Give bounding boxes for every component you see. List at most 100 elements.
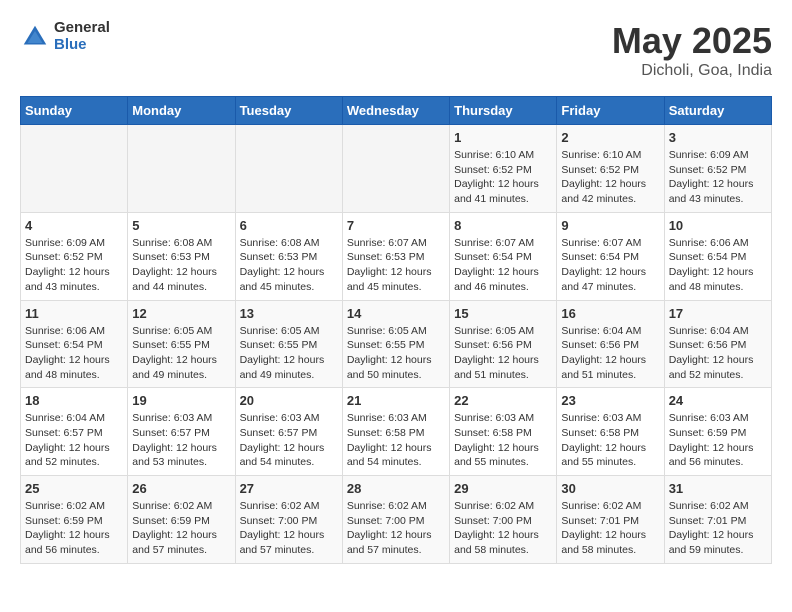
day-number: 30 (561, 481, 659, 496)
calendar-cell: 16Sunrise: 6:04 AM Sunset: 6:56 PM Dayli… (557, 300, 664, 388)
day-info: Sunrise: 6:03 AM Sunset: 6:59 PM Dayligh… (669, 411, 767, 470)
week-row-3: 11 Sunrise: 6:06 AM Sunset: 6:54 PM Dayli… (21, 300, 772, 388)
calendar-cell: 10Sunrise: 6:06 AM Sunset: 6:54 PM Dayli… (664, 212, 771, 300)
day-number: 25 (25, 481, 123, 496)
week-row-2: 4 Sunrise: 6:09 AM Sunset: 6:52 PM Daylig… (21, 212, 772, 300)
day-info: Sunrise: 6:02 AM Sunset: 7:01 PM Dayligh… (561, 499, 659, 558)
day-info: Sunrise: 6:05 AM Sunset: 6:55 PM Dayligh… (347, 324, 445, 383)
day-number: 29 (454, 481, 552, 496)
calendar-cell: 15Sunrise: 6:05 AM Sunset: 6:56 PM Dayli… (450, 300, 557, 388)
logo: General Blue (20, 20, 110, 53)
calendar-cell: 27 Sunrise: 6:02 AM Sunset: 7:00 PM Dayli… (235, 476, 342, 564)
calendar-cell: 25 Sunrise: 6:02 AM Sunset: 6:59 PM Dayli… (21, 476, 128, 564)
day-number: 16 (561, 306, 659, 321)
calendar-cell: 28 Sunrise: 6:02 AM Sunset: 7:00 PM Dayli… (342, 476, 449, 564)
day-number: 14 (347, 306, 445, 321)
day-info: Sunrise: 6:07 AM Sunset: 6:53 PM Dayligh… (347, 236, 445, 295)
calendar-cell (342, 125, 449, 213)
calendar-cell: 24Sunrise: 6:03 AM Sunset: 6:59 PM Dayli… (664, 388, 771, 476)
calendar-cell: 19Sunrise: 6:03 AM Sunset: 6:57 PM Dayli… (128, 388, 235, 476)
day-info: Sunrise: 6:02 AM Sunset: 6:59 PM Dayligh… (25, 499, 123, 558)
week-row-4: 18Sunrise: 6:04 AM Sunset: 6:57 PM Dayli… (21, 388, 772, 476)
calendar-cell (128, 125, 235, 213)
calendar-cell: 26 Sunrise: 6:02 AM Sunset: 6:59 PM Dayli… (128, 476, 235, 564)
day-info: Sunrise: 6:08 AM Sunset: 6:53 PM Dayligh… (132, 236, 230, 295)
day-info: Sunrise: 6:03 AM Sunset: 6:58 PM Dayligh… (454, 411, 552, 470)
day-number: 21 (347, 393, 445, 408)
day-number: 7 (347, 218, 445, 233)
day-info: Sunrise: 6:07 AM Sunset: 6:54 PM Dayligh… (561, 236, 659, 295)
day-info: Sunrise: 6:02 AM Sunset: 7:01 PM Dayligh… (669, 499, 767, 558)
day-number: 31 (669, 481, 767, 496)
day-info: Sunrise: 6:05 AM Sunset: 6:56 PM Dayligh… (454, 324, 552, 383)
day-info: Sunrise: 6:02 AM Sunset: 7:00 PM Dayligh… (240, 499, 338, 558)
day-number: 11 (25, 306, 123, 321)
day-number: 17 (669, 306, 767, 321)
calendar-cell: 12Sunrise: 6:05 AM Sunset: 6:55 PM Dayli… (128, 300, 235, 388)
weekday-header-saturday: Saturday (664, 97, 771, 125)
day-number: 20 (240, 393, 338, 408)
week-row-5: 25 Sunrise: 6:02 AM Sunset: 6:59 PM Dayli… (21, 476, 772, 564)
day-info: Sunrise: 6:10 AM Sunset: 6:52 PM Dayligh… (454, 148, 552, 207)
day-number: 22 (454, 393, 552, 408)
day-info: Sunrise: 6:03 AM Sunset: 6:58 PM Dayligh… (561, 411, 659, 470)
calendar-cell (235, 125, 342, 213)
calendar-cell: 20 Sunrise: 6:03 AM Sunset: 6:57 PM Dayli… (235, 388, 342, 476)
calendar-cell: 31 Sunrise: 6:02 AM Sunset: 7:01 PM Dayli… (664, 476, 771, 564)
day-info: Sunrise: 6:09 AM Sunset: 6:52 PM Dayligh… (25, 236, 123, 295)
calendar-cell: 2Sunrise: 6:10 AM Sunset: 6:52 PM Daylig… (557, 125, 664, 213)
weekday-header-friday: Friday (557, 97, 664, 125)
weekday-header-monday: Monday (128, 97, 235, 125)
day-number: 26 (132, 481, 230, 496)
calendar-cell: 14 Sunrise: 6:05 AM Sunset: 6:55 PM Dayli… (342, 300, 449, 388)
day-number: 5 (132, 218, 230, 233)
calendar-cell: 9 Sunrise: 6:07 AM Sunset: 6:54 PM Daylig… (557, 212, 664, 300)
calendar-cell: 5 Sunrise: 6:08 AM Sunset: 6:53 PM Daylig… (128, 212, 235, 300)
page-header: General Blue May 2025 Dicholi, Goa, Indi… (20, 20, 772, 80)
calendar-cell: 17Sunrise: 6:04 AM Sunset: 6:56 PM Dayli… (664, 300, 771, 388)
calendar-cell: 29 Sunrise: 6:02 AM Sunset: 7:00 PM Dayli… (450, 476, 557, 564)
day-info: Sunrise: 6:05 AM Sunset: 6:55 PM Dayligh… (240, 324, 338, 383)
logo-text: General Blue (54, 20, 110, 53)
day-number: 6 (240, 218, 338, 233)
day-info: Sunrise: 6:03 AM Sunset: 6:57 PM Dayligh… (240, 411, 338, 470)
day-info: Sunrise: 6:10 AM Sunset: 6:52 PM Dayligh… (561, 148, 659, 207)
day-info: Sunrise: 6:03 AM Sunset: 6:58 PM Dayligh… (347, 411, 445, 470)
calendar-cell: 3Sunrise: 6:09 AM Sunset: 6:52 PM Daylig… (664, 125, 771, 213)
day-info: Sunrise: 6:06 AM Sunset: 6:54 PM Dayligh… (669, 236, 767, 295)
weekday-header-row: SundayMondayTuesdayWednesdayThursdayFrid… (21, 97, 772, 125)
day-number: 3 (669, 130, 767, 145)
calendar-cell: 21 Sunrise: 6:03 AM Sunset: 6:58 PM Dayli… (342, 388, 449, 476)
calendar-cell: 7 Sunrise: 6:07 AM Sunset: 6:53 PM Daylig… (342, 212, 449, 300)
day-info: Sunrise: 6:08 AM Sunset: 6:53 PM Dayligh… (240, 236, 338, 295)
day-info: Sunrise: 6:02 AM Sunset: 7:00 PM Dayligh… (454, 499, 552, 558)
day-info: Sunrise: 6:04 AM Sunset: 6:57 PM Dayligh… (25, 411, 123, 470)
calendar-cell: 4 Sunrise: 6:09 AM Sunset: 6:52 PM Daylig… (21, 212, 128, 300)
calendar-cell: 1 Sunrise: 6:10 AM Sunset: 6:52 PM Daylig… (450, 125, 557, 213)
weekday-header-sunday: Sunday (21, 97, 128, 125)
weekday-header-tuesday: Tuesday (235, 97, 342, 125)
day-number: 27 (240, 481, 338, 496)
calendar-cell (21, 125, 128, 213)
logo-blue-label: Blue (54, 37, 110, 54)
day-number: 19 (132, 393, 230, 408)
day-number: 9 (561, 218, 659, 233)
title-block: May 2025 Dicholi, Goa, India (612, 20, 772, 80)
day-number: 28 (347, 481, 445, 496)
day-number: 1 (454, 130, 552, 145)
calendar-cell: 13Sunrise: 6:05 AM Sunset: 6:55 PM Dayli… (235, 300, 342, 388)
day-number: 12 (132, 306, 230, 321)
week-row-1: 1 Sunrise: 6:10 AM Sunset: 6:52 PM Daylig… (21, 125, 772, 213)
logo-icon (20, 22, 50, 52)
day-number: 4 (25, 218, 123, 233)
calendar-table: SundayMondayTuesdayWednesdayThursdayFrid… (20, 96, 772, 564)
day-info: Sunrise: 6:02 AM Sunset: 7:00 PM Dayligh… (347, 499, 445, 558)
calendar-cell: 11 Sunrise: 6:06 AM Sunset: 6:54 PM Dayli… (21, 300, 128, 388)
day-number: 23 (561, 393, 659, 408)
calendar-title: May 2025 (612, 20, 772, 62)
day-info: Sunrise: 6:02 AM Sunset: 6:59 PM Dayligh… (132, 499, 230, 558)
calendar-location: Dicholi, Goa, India (612, 62, 772, 80)
day-info: Sunrise: 6:06 AM Sunset: 6:54 PM Dayligh… (25, 324, 123, 383)
calendar-cell: 6 Sunrise: 6:08 AM Sunset: 6:53 PM Daylig… (235, 212, 342, 300)
weekday-header-thursday: Thursday (450, 97, 557, 125)
